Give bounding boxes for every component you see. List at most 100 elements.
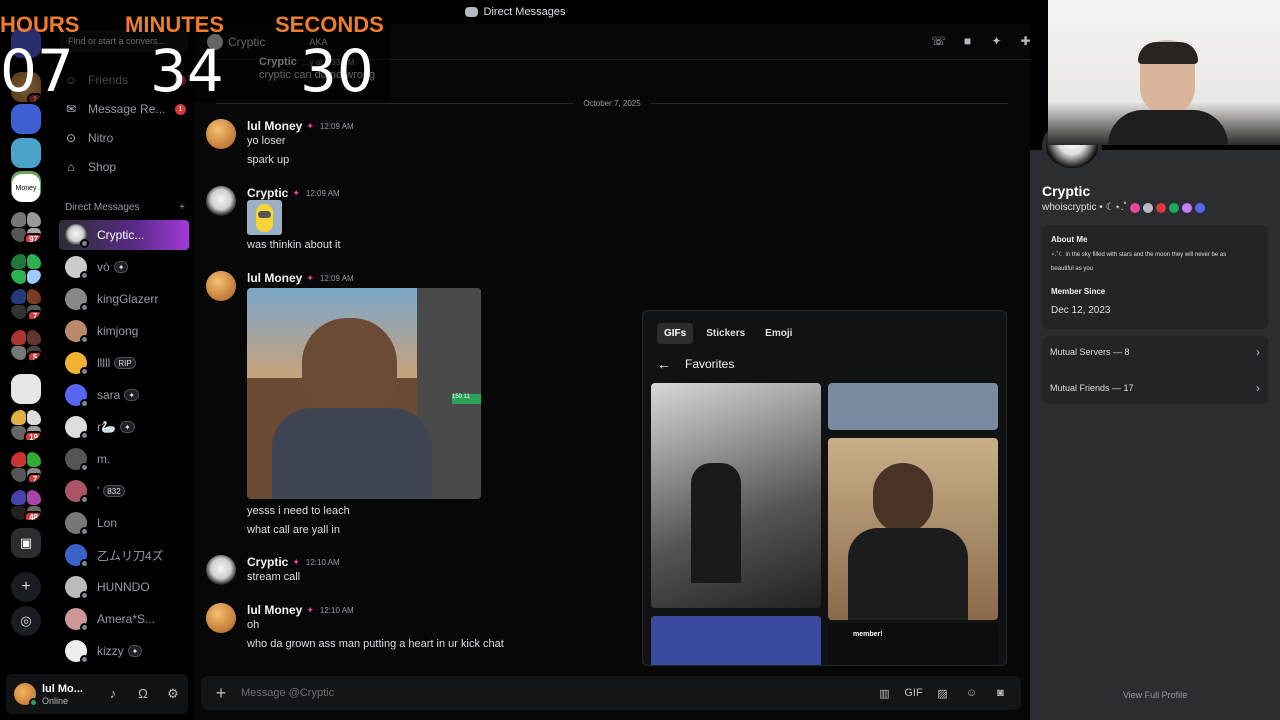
home-button[interactable] xyxy=(11,28,41,58)
gif-item[interactable] xyxy=(828,383,998,430)
dm-item[interactable]: vó ✦ xyxy=(59,252,189,282)
tab-gifs[interactable]: GIFs xyxy=(657,323,694,344)
server-icon[interactable]: 1 xyxy=(11,72,41,102)
server-badge: 97 xyxy=(24,233,41,242)
dm-item[interactable]: HUNNDO xyxy=(59,572,189,602)
avatar[interactable] xyxy=(206,603,236,633)
emoji-icon[interactable]: ☺ xyxy=(957,687,986,700)
tab-emoji[interactable]: Emoji xyxy=(758,323,799,344)
server-folder[interactable] xyxy=(11,254,41,284)
dm-item[interactable]: 乙ムリ刀4ズ xyxy=(59,540,189,570)
dm-item[interactable]: Amera*S... xyxy=(59,604,189,634)
window-titlebar: Direct Messages xyxy=(0,0,1030,24)
video-thumbnail[interactable]: 150 11 xyxy=(247,288,481,499)
server-folder[interactable]: 48 xyxy=(11,490,41,520)
dm-item[interactable]: lllll RIP xyxy=(59,348,189,378)
back-arrow-icon[interactable]: ← xyxy=(657,356,671,372)
about-label: About Me xyxy=(1051,235,1088,244)
sticker-image[interactable] xyxy=(247,200,282,235)
server-badge: 7 xyxy=(27,473,41,482)
server-icon[interactable] xyxy=(11,374,41,404)
server-folder[interactable]: 7 xyxy=(11,452,41,482)
avatar xyxy=(65,416,89,440)
server-folder[interactable]: 19 xyxy=(11,410,41,440)
gif-item[interactable] xyxy=(651,383,821,608)
window-title: Direct Messages xyxy=(483,6,566,18)
gear-icon[interactable]: ⚙ xyxy=(158,686,188,702)
avatar xyxy=(65,352,89,376)
video-icon[interactable]: ■ xyxy=(953,34,982,48)
mutual-friends-row[interactable]: Mutual Friends — 17 › xyxy=(1050,372,1260,404)
avatar[interactable] xyxy=(206,186,236,216)
message-input[interactable]: Message @Cryptic xyxy=(241,687,334,699)
avatar[interactable] xyxy=(206,271,236,301)
dm-item-cryptic[interactable]: Cryptic... xyxy=(59,220,189,250)
dm-item[interactable]: Lon xyxy=(59,508,189,538)
avatar xyxy=(14,683,38,707)
friends-icon: ☺ xyxy=(64,73,78,87)
server-badge: 5 xyxy=(27,351,41,360)
gift-icon[interactable]: ▥ xyxy=(870,687,899,700)
favorites-header: ← Favorites xyxy=(657,356,735,372)
nav-shop[interactable]: ⌂ Shop xyxy=(62,154,186,180)
server-badge: 19 xyxy=(24,431,41,440)
badge-icon xyxy=(1129,202,1140,213)
gif-item[interactable] xyxy=(828,438,998,620)
dm-item[interactable]: ' 832 xyxy=(59,476,189,506)
server-icon[interactable]: ▣ xyxy=(11,528,41,558)
discover-icon[interactable]: ◎ xyxy=(11,606,41,636)
badge-icon xyxy=(1142,202,1153,213)
gif-picker: GIFs Stickers Emoji ← Favorites member! xyxy=(642,310,1007,666)
about-text: ⋆.˚☾ in the sky filled with stars and th… xyxy=(1051,252,1227,258)
tab-stickers[interactable]: Stickers xyxy=(699,323,752,344)
microphone-icon[interactable]: ♪ xyxy=(98,686,128,702)
chevron-right-icon: › xyxy=(1256,381,1260,395)
about-card: About Me ⋆.˚☾ in the sky filled with sta… xyxy=(1042,225,1268,329)
avatar xyxy=(65,576,89,600)
badge-icon xyxy=(1155,202,1166,213)
nav-nitro[interactable]: ⊙ Nitro xyxy=(62,125,186,151)
money-server-icon[interactable]: Money xyxy=(12,174,40,202)
avatar[interactable] xyxy=(206,555,236,585)
server-folder[interactable]: 5 xyxy=(11,330,41,360)
new-dm-plus-icon[interactable]: + xyxy=(179,202,185,213)
dm-item[interactable]: r🦢 ✦ xyxy=(59,412,189,442)
aka-label: AKA xyxy=(309,36,328,47)
chat-title: Cryptic xyxy=(228,34,266,49)
webcam-overlay xyxy=(1048,0,1280,145)
sticker-icon[interactable]: ▨ xyxy=(928,687,957,700)
gif-item[interactable] xyxy=(651,616,821,665)
dm-item[interactable]: sara ✦ xyxy=(59,380,189,410)
dm-item[interactable]: kingGlazerr xyxy=(59,284,189,314)
avatar xyxy=(65,384,89,408)
headphones-icon[interactable]: Ω xyxy=(128,686,158,702)
badge-icon xyxy=(1168,202,1179,213)
search-input[interactable]: Find or start a convers... xyxy=(60,30,188,52)
nav-message-requests[interactable]: ✉ Message Re... 1 xyxy=(62,96,186,122)
chat-header: Cryptic AKA ☏ ■ ✦ ✚ xyxy=(194,24,1031,60)
dm-item[interactable]: kimjong xyxy=(59,316,189,346)
gif-icon[interactable]: GIF xyxy=(899,687,928,700)
server-folder[interactable]: 7 xyxy=(11,289,41,319)
gif-item[interactable]: member! xyxy=(828,623,998,665)
phone-icon[interactable]: ☏ xyxy=(924,34,953,48)
activity-icon[interactable]: ◙ xyxy=(986,687,1015,700)
mutual-servers-row[interactable]: Mutual Servers — 8 › xyxy=(1050,336,1260,368)
view-full-profile-link[interactable]: View Full Profile xyxy=(1030,690,1280,700)
avatar[interactable] xyxy=(206,119,236,149)
attach-plus-icon[interactable]: + xyxy=(201,683,241,704)
dm-item[interactable]: kizzy ✦ xyxy=(59,636,189,666)
add-server-button[interactable]: + xyxy=(11,572,41,602)
server-folder[interactable]: 97 xyxy=(11,212,41,242)
server-badge: 1 xyxy=(27,93,41,102)
nav-friends[interactable]: ☺ Friends 2 xyxy=(62,67,186,93)
server-icon[interactable] xyxy=(11,104,41,134)
dm-item[interactable]: m. xyxy=(59,444,189,474)
chevron-right-icon: › xyxy=(1256,345,1260,359)
member-since-value: Dec 12, 2023 xyxy=(1051,305,1111,316)
member-since-label: Member Since xyxy=(1051,287,1106,296)
message-composer[interactable]: + Message @Cryptic ▥ GIF ▨ ☺ ◙ xyxy=(201,676,1021,710)
user-panel[interactable]: lul Mo... Online ♪ Ω ⚙ xyxy=(6,674,188,714)
server-icon[interactable] xyxy=(11,138,41,168)
pin-icon[interactable]: ✦ xyxy=(982,34,1011,48)
